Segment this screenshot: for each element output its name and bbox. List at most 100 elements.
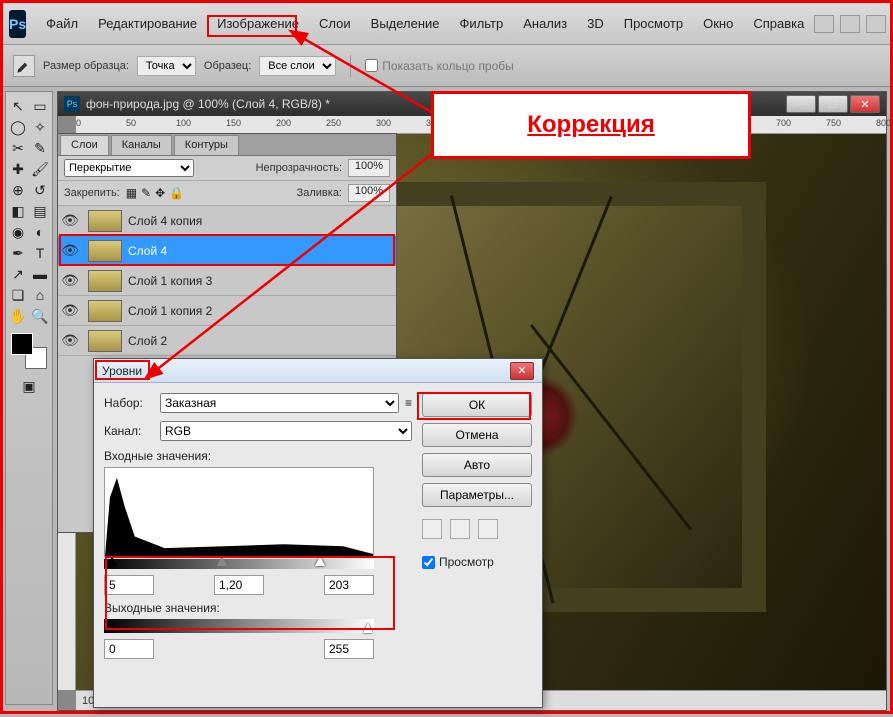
move-tool-icon[interactable]: ↖ — [8, 96, 28, 116]
heal-tool-icon[interactable]: ✚ — [8, 159, 28, 179]
preset-menu-icon[interactable]: ≡ — [405, 396, 412, 410]
layer-row[interactable]: 👁 Слой 4 копия — [58, 206, 396, 236]
preview-checkbox[interactable] — [422, 556, 435, 569]
show-ring-checkbox[interactable]: Показать кольцо пробы — [365, 59, 513, 73]
menu-edit[interactable]: Редактирование — [88, 13, 207, 34]
menu-view[interactable]: Просмотр — [614, 13, 693, 34]
output-high-input[interactable] — [324, 639, 374, 659]
layer-thumb[interactable] — [88, 330, 122, 352]
eye-icon[interactable]: 👁 — [58, 332, 82, 349]
3d-tool-icon[interactable]: ❏ — [8, 285, 28, 305]
highlight-slider-icon[interactable] — [315, 556, 325, 566]
marquee-tool-icon[interactable]: ▭ — [30, 96, 50, 116]
white-eyedropper-icon[interactable] — [478, 519, 498, 539]
eye-icon[interactable]: 👁 — [58, 272, 82, 289]
histogram[interactable] — [104, 467, 374, 557]
opacity-value[interactable]: 100% — [348, 159, 390, 177]
eye-icon[interactable]: 👁 — [58, 242, 82, 259]
lock-group: ▦ ✎ ✥ 🔒 — [126, 186, 184, 200]
workspace-button[interactable] — [814, 15, 834, 33]
tab-paths[interactable]: Контуры — [174, 135, 239, 155]
lock-transparency-icon[interactable]: ▦ — [126, 186, 137, 200]
zoom-tool-icon[interactable]: 🔍 — [30, 306, 50, 326]
blend-mode-select[interactable]: Перекрытие — [64, 159, 194, 177]
output-low-input[interactable] — [104, 639, 154, 659]
tab-channels[interactable]: Каналы — [111, 135, 172, 155]
type-tool-icon[interactable]: T — [30, 243, 50, 263]
sample-size-select[interactable]: Точка — [137, 56, 196, 76]
close-button[interactable]: ✕ — [850, 95, 880, 113]
eye-icon[interactable]: 👁 — [58, 212, 82, 229]
ok-button[interactable]: ОК — [422, 393, 532, 417]
layer-thumb[interactable] — [88, 210, 122, 232]
lock-all-icon[interactable]: 🔒 — [169, 186, 184, 200]
show-ring-input[interactable] — [365, 59, 378, 72]
gradient-tool-icon[interactable]: ▤ — [30, 201, 50, 221]
3d-cam-icon[interactable]: ⌂ — [30, 285, 50, 305]
arrange-button[interactable] — [840, 15, 860, 33]
color-swatches[interactable] — [11, 333, 47, 369]
foreground-swatch[interactable] — [11, 333, 33, 355]
fill-value[interactable]: 100% — [348, 184, 390, 202]
lock-paint-icon[interactable]: ✎ — [141, 186, 151, 200]
output-high-slider-icon[interactable] — [363, 623, 373, 633]
menu-filter[interactable]: Фильтр — [450, 13, 514, 34]
ruler-mark: 700 — [776, 118, 791, 128]
channel-select[interactable]: RGB — [160, 421, 412, 441]
quickmask-icon[interactable]: ▣ — [19, 376, 39, 396]
gamma-input[interactable] — [214, 575, 264, 595]
layer-row[interactable]: 👁 Слой 1 копия 2 — [58, 296, 396, 326]
menu-analysis[interactable]: Анализ — [513, 13, 577, 34]
layer-thumb[interactable] — [88, 300, 122, 322]
cancel-button[interactable]: Отмена — [422, 423, 532, 447]
pen-tool-icon[interactable]: ✒ — [8, 243, 28, 263]
menu-window[interactable]: Окно — [693, 13, 743, 34]
crop-tool-icon[interactable]: ✂ — [8, 138, 28, 158]
shape-tool-icon[interactable]: ▬ — [30, 264, 50, 284]
dodge-tool-icon[interactable]: ◐ — [30, 222, 50, 242]
layer-row[interactable]: 👁 Слой 2 — [58, 326, 396, 356]
menu-3d[interactable]: 3D — [577, 13, 614, 34]
eyedropper-tool-icon[interactable]: ✎ — [30, 138, 50, 158]
sample-from-select[interactable]: Все слои — [259, 56, 336, 76]
shadow-slider-icon[interactable] — [107, 556, 117, 566]
blur-tool-icon[interactable]: ◉ — [8, 222, 28, 242]
screen-mode-button[interactable] — [866, 15, 886, 33]
minimize-button[interactable]: — — [786, 95, 816, 113]
layer-thumb[interactable] — [88, 240, 122, 262]
layer-row[interactable]: 👁 Слой 1 копия 3 — [58, 266, 396, 296]
output-low-slider-icon[interactable] — [104, 623, 114, 633]
gray-eyedropper-icon[interactable] — [450, 519, 470, 539]
path-tool-icon[interactable]: ↗ — [8, 264, 28, 284]
menu-layers[interactable]: Слои — [309, 13, 361, 34]
tab-layers[interactable]: Слои — [60, 135, 109, 155]
lock-position-icon[interactable]: ✥ — [155, 186, 165, 200]
eye-icon[interactable]: 👁 — [58, 302, 82, 319]
menu-file[interactable]: Файл — [36, 13, 88, 34]
preset-select[interactable]: Заказная — [160, 393, 399, 413]
input-slider[interactable] — [104, 559, 374, 569]
hand-tool-icon[interactable]: ✋ — [8, 306, 28, 326]
auto-button[interactable]: Авто — [422, 453, 532, 477]
highlight-input[interactable] — [324, 575, 374, 595]
dialog-titlebar[interactable]: Уровни ✕ — [94, 359, 542, 383]
wand-tool-icon[interactable]: ✧ — [30, 117, 50, 137]
brush-tool-icon[interactable]: 🖌 — [30, 159, 50, 179]
eyedropper-icon[interactable] — [13, 55, 35, 77]
layer-thumb[interactable] — [88, 270, 122, 292]
gamma-slider-icon[interactable] — [217, 556, 227, 566]
menu-select[interactable]: Выделение — [361, 13, 450, 34]
dialog-close-icon[interactable]: ✕ — [510, 362, 534, 380]
lasso-tool-icon[interactable]: ◯ — [8, 117, 28, 137]
menu-help[interactable]: Справка — [743, 13, 814, 34]
options-button[interactable]: Параметры... — [422, 483, 532, 507]
layer-row[interactable]: 👁 Слой 4 — [58, 236, 396, 266]
history-brush-icon[interactable]: ↺ — [30, 180, 50, 200]
black-eyedropper-icon[interactable] — [422, 519, 442, 539]
output-slider[interactable] — [104, 619, 374, 633]
menu-image[interactable]: Изображение — [207, 13, 309, 34]
shadow-input[interactable] — [104, 575, 154, 595]
stamp-tool-icon[interactable]: ⊕ — [8, 180, 28, 200]
eraser-tool-icon[interactable]: ◧ — [8, 201, 28, 221]
maximize-button[interactable]: ☐ — [818, 95, 848, 113]
